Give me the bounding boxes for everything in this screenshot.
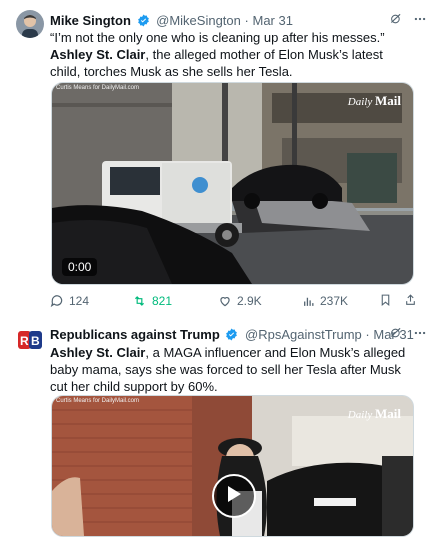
video-duration: 0:00	[62, 258, 98, 276]
bookmark-icon[interactable]	[379, 293, 392, 310]
tweet-action-bar: 124 821 2.9K 237K	[50, 292, 417, 310]
tweet-text: Ashley St. Clair, a MAGA influencer and …	[50, 344, 410, 395]
avatar[interactable]	[16, 10, 44, 38]
grok-icon[interactable]	[389, 326, 403, 345]
watermark-mail: Mail	[375, 406, 401, 421]
separator-dot: ·	[244, 13, 249, 28]
daily-mail-watermark: Daily Mail	[348, 93, 401, 109]
tweet-video[interactable]: Curtis Means for DailyMail.com Daily Mai…	[51, 82, 414, 285]
tweet-text-quote: “I’m not the only one who is cleaning up…	[50, 30, 385, 45]
like-button[interactable]: 2.9K	[218, 294, 302, 308]
photo-credit: Curtis Means for DailyMail.com	[56, 398, 140, 404]
play-icon	[228, 486, 241, 502]
heart-icon	[220, 297, 230, 307]
views-button[interactable]: 237K	[302, 294, 372, 308]
watermark-daily: Daily	[347, 409, 373, 421]
reply-icon	[50, 295, 63, 308]
watermark-mail: Mail	[375, 93, 401, 108]
avatar[interactable]: R B	[16, 326, 44, 354]
more-options-icon[interactable]	[413, 326, 427, 345]
tweet-text: “I’m not the only one who is cleaning up…	[50, 29, 410, 80]
tweet-mike-sington[interactable]: Mike Sington @MikeSington · Mar 31 “I’m …	[0, 0, 439, 318]
display-name[interactable]: Mike Sington	[50, 13, 131, 28]
user-handle[interactable]: @MikeSington	[156, 13, 241, 28]
tweet-header: Republicans against Trump @RpsAgainstTru…	[50, 326, 427, 344]
tweet-header: Mike Sington @MikeSington · Mar 31	[50, 12, 427, 30]
tweet-date[interactable]: Mar 31	[252, 13, 292, 28]
user-handle[interactable]: @RpsAgainstTrump	[245, 327, 362, 342]
tweet-text-bold-name: Ashley St. Clair	[50, 345, 146, 360]
like-count: 2.9K	[237, 294, 262, 308]
repost-count: 821	[152, 294, 173, 308]
play-button[interactable]	[212, 474, 256, 518]
daily-mail-watermark: Daily Mail	[348, 406, 401, 422]
svg-text:R: R	[20, 334, 29, 348]
repost-icon	[135, 296, 144, 306]
repost-button[interactable]: 821	[132, 294, 218, 308]
view-count: 237K	[320, 294, 349, 308]
tweet-video[interactable]: Curtis Means for DailyMail.com Daily Mai…	[51, 395, 414, 537]
share-icon[interactable]	[404, 293, 417, 310]
tweet-republicans-against-trump[interactable]: R B Republicans against Trump @RpsAgains…	[0, 318, 439, 537]
svg-text:B: B	[31, 334, 40, 348]
header-actions	[389, 326, 427, 345]
tweet-text-bold-name: Ashley St. Clair	[50, 47, 146, 62]
tail-actions	[379, 293, 417, 310]
more-options-icon[interactable]	[413, 12, 427, 31]
separator-dot: ·	[365, 327, 370, 342]
photo-credit: Curtis Means for DailyMail.com	[56, 85, 140, 91]
video-frame-image	[52, 83, 413, 284]
reply-count: 124	[69, 294, 90, 308]
views-chart-icon	[304, 297, 314, 306]
reply-button[interactable]: 124	[50, 294, 132, 308]
display-name[interactable]: Republicans against Trump	[50, 327, 220, 342]
watermark-daily: Daily	[347, 96, 373, 108]
